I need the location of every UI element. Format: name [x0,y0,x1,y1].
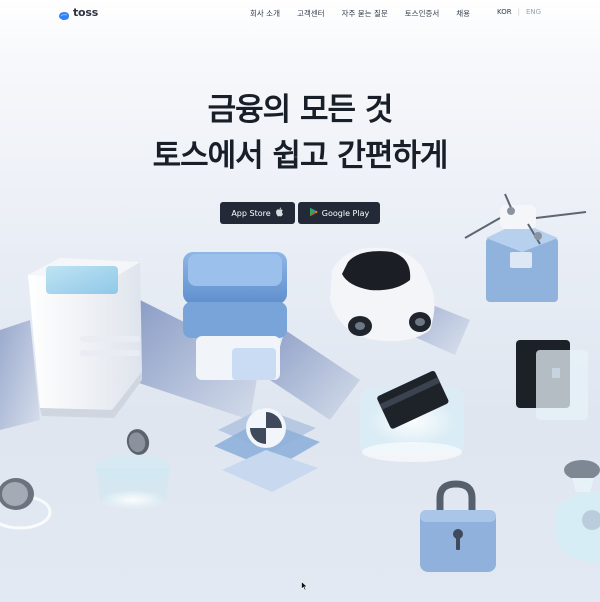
car-object [330,247,435,342]
drone-object [464,193,587,302]
cards-object [516,340,588,420]
padlock-object [420,480,496,572]
coin-object [0,478,52,530]
blue-stack-object [183,252,287,380]
landing-page: toss 회사 소개 고객센터 자주 묻는 질문 토스인증서 채용 KOR | … [0,0,600,602]
coin-jar-object [95,429,171,510]
mouse-cursor-icon [301,576,308,595]
shield-object [214,408,320,492]
white-box-object [28,258,142,418]
money-bag-object [554,460,600,563]
card-tray-object [360,370,464,462]
finance-3d-illustration [0,193,600,572]
